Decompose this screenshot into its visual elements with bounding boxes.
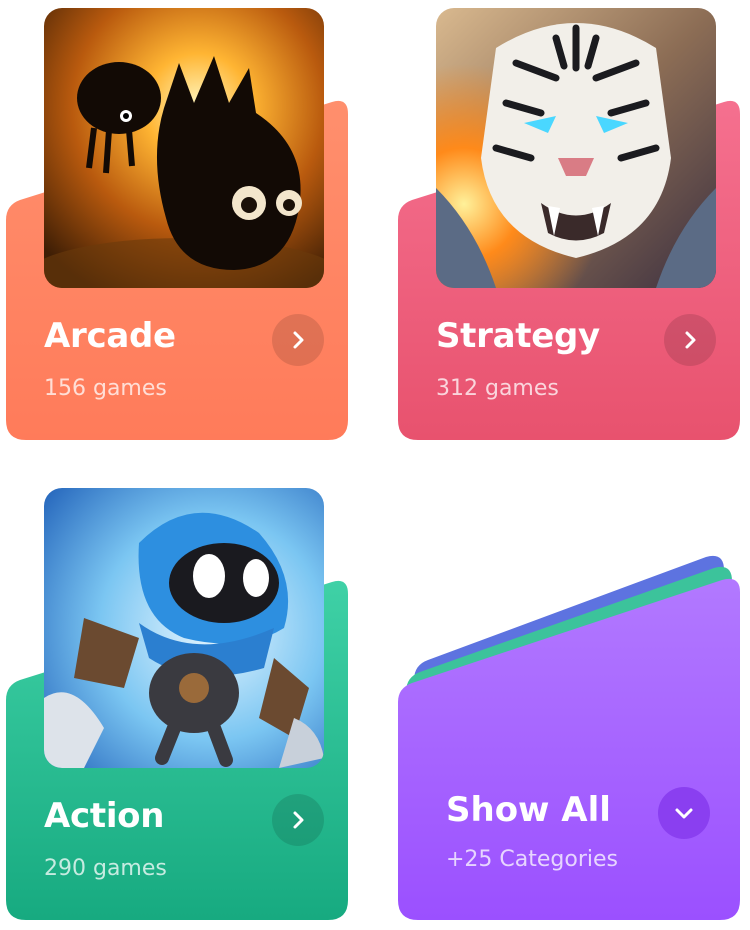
arcade-thumbnail[interactable]: [44, 8, 324, 288]
chevron-down-icon: [675, 808, 693, 819]
category-card-arcade[interactable]: Arcade 156 games: [6, 0, 351, 440]
show-all-title: Show All: [446, 790, 611, 830]
open-strategy-button[interactable]: [664, 314, 716, 366]
strategy-thumbnail[interactable]: [436, 8, 716, 288]
chevron-right-icon: [293, 331, 304, 349]
show-all-subtitle: +25 Categories: [446, 847, 619, 872]
open-arcade-button[interactable]: [272, 314, 324, 366]
category-game-count: 156 games: [44, 376, 167, 401]
category-title: Action: [44, 796, 165, 836]
category-game-count: 312 games: [436, 376, 559, 401]
chevron-right-icon: [685, 331, 696, 349]
chevron-right-icon: [293, 811, 304, 829]
action-thumbnail[interactable]: [44, 488, 324, 768]
category-card-action[interactable]: Action 290 games: [6, 480, 351, 920]
category-card-strategy[interactable]: Strategy 312 games: [398, 0, 743, 440]
category-title: Arcade: [44, 316, 176, 356]
category-game-count: 290 games: [44, 856, 167, 881]
category-title: Strategy: [436, 316, 600, 356]
show-all-button[interactable]: [658, 787, 710, 839]
open-action-button[interactable]: [272, 794, 324, 846]
